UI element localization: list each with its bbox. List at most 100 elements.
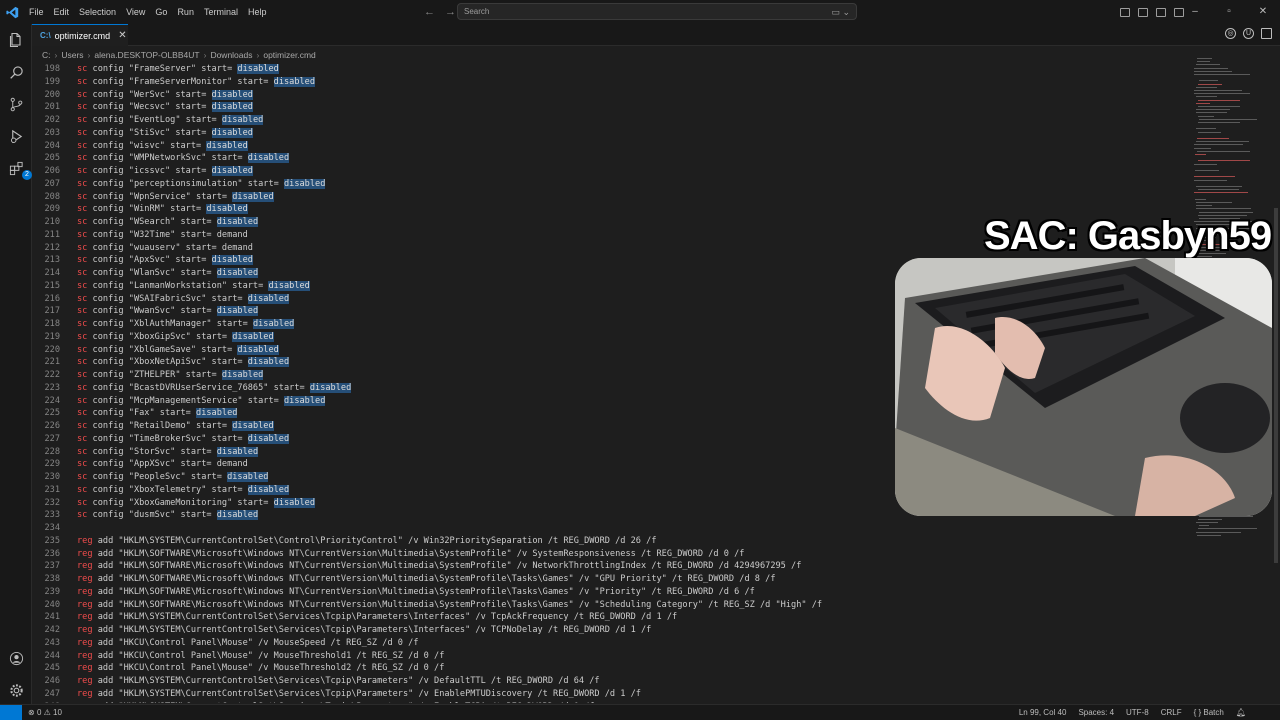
- toggle-sidebar-icon[interactable]: [1138, 7, 1148, 17]
- code-line[interactable]: 247 reg add "HKLM\SYSTEM\CurrentControlSe…: [32, 688, 1192, 701]
- menu-terminal[interactable]: Terminal: [199, 0, 243, 24]
- line-number: 225: [44, 408, 60, 419]
- menu-bar: File Edit Selection View Go Run Terminal Help: [24, 0, 271, 24]
- code-line[interactable]: 240 reg add "HKLM\SOFTWARE\Microsoft\Wind…: [32, 599, 1192, 612]
- toggle-panel-icon[interactable]: [1156, 7, 1166, 17]
- copilot-icon[interactable]: ◎: [1225, 28, 1236, 39]
- breadcrumb-item[interactable]: C:: [42, 50, 51, 60]
- settings-gear-icon[interactable]: [6, 680, 26, 700]
- extensions-badge: 2: [22, 170, 32, 180]
- minimap-line: [1198, 115, 1214, 117]
- extensions-icon[interactable]: 2: [6, 158, 32, 180]
- breadcrumb-item[interactable]: optimizer.cmd: [263, 50, 315, 60]
- line-number: 228: [44, 446, 60, 457]
- line-number: 231: [44, 484, 60, 495]
- search-input[interactable]: Search ▭ ⌄: [457, 3, 857, 20]
- forward-arrow-icon[interactable]: →: [445, 6, 456, 18]
- minimap-line: [1198, 528, 1257, 530]
- copilot-chevron-icon[interactable]: ▭ ⌄: [831, 5, 850, 20]
- line-code: sc config "WerSvc" start= disabled: [60, 89, 253, 102]
- search-icon[interactable]: [6, 62, 26, 82]
- close-window-icon[interactable]: ✕: [1246, 0, 1280, 24]
- line-number: 206: [44, 166, 60, 176]
- breadcrumb-item[interactable]: Users: [61, 50, 83, 60]
- vertical-scrollbar[interactable]: [1274, 208, 1278, 563]
- code-line[interactable]: 206 sc config "icssvc" start= disabled: [32, 165, 1192, 178]
- account-icon[interactable]: [6, 648, 26, 668]
- code-text: config "ApxSvc" start=: [92, 255, 212, 266]
- close-tab-icon[interactable]: ✕: [118, 30, 126, 41]
- line-code: sc config "XboxTelemetry" start= disable…: [60, 484, 290, 497]
- code-line[interactable]: 203 sc config "StiSvc" start= disabled: [32, 127, 1192, 140]
- maximize-icon[interactable]: ▫: [1212, 0, 1246, 24]
- code-line[interactable]: 241 reg add "HKLM\SYSTEM\CurrentControlSe…: [32, 611, 1192, 624]
- code-line[interactable]: 201 sc config "Wecsvc" start= disabled: [32, 101, 1192, 114]
- code-text: config "WinRM" start=: [92, 204, 207, 215]
- code-line[interactable]: 199 sc config "FrameServerMonitor" start=…: [32, 76, 1192, 89]
- minimap-line: [1196, 128, 1216, 130]
- breadcrumb-item[interactable]: Downloads: [210, 50, 252, 60]
- line-number: 244: [44, 650, 60, 661]
- encoding[interactable]: UTF-8: [1126, 705, 1149, 720]
- tab-optimizer[interactable]: C:\ optimizer.cmd ✕: [32, 24, 128, 46]
- menu-run[interactable]: Run: [172, 0, 199, 24]
- explorer-icon[interactable]: [6, 30, 26, 50]
- minimap-line: [1194, 67, 1228, 69]
- code-text: config "wuauserv" start= demand: [92, 242, 253, 253]
- notifications-bell-icon[interactable]: 🔔︎: [1236, 705, 1246, 720]
- code-line[interactable]: 238 reg add "HKLM\SOFTWARE\Microsoft\Wind…: [32, 573, 1192, 586]
- menu-help[interactable]: Help: [243, 0, 272, 24]
- code-line[interactable]: 245 reg add "HKCU\Control Panel\Mouse" /v…: [32, 662, 1192, 675]
- code-line[interactable]: 202 sc config "EventLog" start= disabled: [32, 114, 1192, 127]
- problems-indicator[interactable]: ⊗ 0 ⚠ 10: [28, 705, 62, 720]
- code-line[interactable]: 248reg add "HKLM\SYSTEM\CurrentControlSe…: [32, 701, 1192, 704]
- disabled-highlight: disabled: [247, 433, 290, 444]
- menu-selection[interactable]: Selection: [74, 0, 121, 24]
- editor-actions: ◎ U: [1225, 28, 1272, 39]
- breadcrumb-separator: ›: [54, 49, 58, 60]
- source-control-icon[interactable]: [6, 94, 26, 114]
- code-line[interactable]: 234: [32, 522, 1192, 535]
- indentation[interactable]: Spaces: 4: [1078, 705, 1114, 720]
- code-line[interactable]: 205 sc config "WMPNetworkSvc" start= disa…: [32, 152, 1192, 165]
- line-ending[interactable]: CRLF: [1161, 705, 1182, 720]
- run-debug-icon[interactable]: [6, 126, 26, 146]
- code-text: add "HKLM\SYSTEM\CurrentControlSet\Servi…: [97, 612, 678, 623]
- disabled-highlight: disabled: [211, 89, 253, 100]
- minimize-icon[interactable]: –: [1178, 0, 1212, 24]
- menu-edit[interactable]: Edit: [49, 0, 75, 24]
- back-arrow-icon[interactable]: ←: [424, 6, 435, 18]
- minimap-line: [1196, 531, 1241, 533]
- line-code: sc config "ZTHELPER" start= disabled: [60, 369, 264, 382]
- code-line[interactable]: 204 sc config "wisvc" start= disabled: [32, 140, 1192, 153]
- language-mode[interactable]: { } Batch: [1194, 705, 1224, 720]
- code-line[interactable]: 198 sc config "FrameServer" start= disabl…: [32, 63, 1192, 76]
- minimap-line: [1196, 205, 1212, 207]
- disabled-highlight: disabled: [247, 293, 290, 304]
- code-line[interactable]: 244 reg add "HKCU\Control Panel\Mouse" /v…: [32, 650, 1192, 663]
- code-line[interactable]: 242 reg add "HKLM\SYSTEM\CurrentControlSe…: [32, 624, 1192, 637]
- code-line[interactable]: 246 reg add "HKLM\SYSTEM\CurrentControlSe…: [32, 675, 1192, 688]
- code-line[interactable]: 235 reg add "HKLM\SYSTEM\CurrentControlSe…: [32, 535, 1192, 548]
- code-line[interactable]: 237 reg add "HKLM\SOFTWARE\Microsoft\Wind…: [32, 560, 1192, 573]
- minimap-line: [1196, 186, 1242, 187]
- command-keyword: sc: [77, 242, 88, 253]
- line-code: sc config "XblAuthManager" start= disabl…: [60, 318, 295, 331]
- breadcrumb-item[interactable]: alena.DESKTOP-OLBB4UT: [94, 50, 199, 60]
- code-line[interactable]: 200 sc config "WerSvc" start= disabled: [32, 89, 1192, 102]
- menu-go[interactable]: Go: [150, 0, 172, 24]
- code-line[interactable]: 239 reg add "HKLM\SOFTWARE\Microsoft\Wind…: [32, 586, 1192, 599]
- code-line[interactable]: 243 reg add "HKCU\Control Panel\Mouse" /v…: [32, 637, 1192, 650]
- layout-customize-icon[interactable]: [1120, 7, 1130, 17]
- code-line[interactable]: 208 sc config "WpnService" start= disable…: [32, 191, 1192, 204]
- line-code: sc config "TimeBrokerSvc" start= disable…: [60, 433, 290, 446]
- remote-indicator-icon[interactable]: [0, 705, 22, 720]
- minimap-line: [1195, 154, 1206, 155]
- split-editor-icon[interactable]: [1261, 28, 1272, 39]
- code-line[interactable]: 207 sc config "perceptionsimulation" star…: [32, 178, 1192, 191]
- code-line[interactable]: 236 reg add "HKLM\SOFTWARE\Microsoft\Wind…: [32, 548, 1192, 561]
- menu-file[interactable]: File: [24, 0, 49, 24]
- cursor-position[interactable]: Ln 99, Col 40: [1019, 705, 1067, 720]
- menu-view[interactable]: View: [121, 0, 150, 24]
- extension-action-icon[interactable]: U: [1243, 28, 1254, 39]
